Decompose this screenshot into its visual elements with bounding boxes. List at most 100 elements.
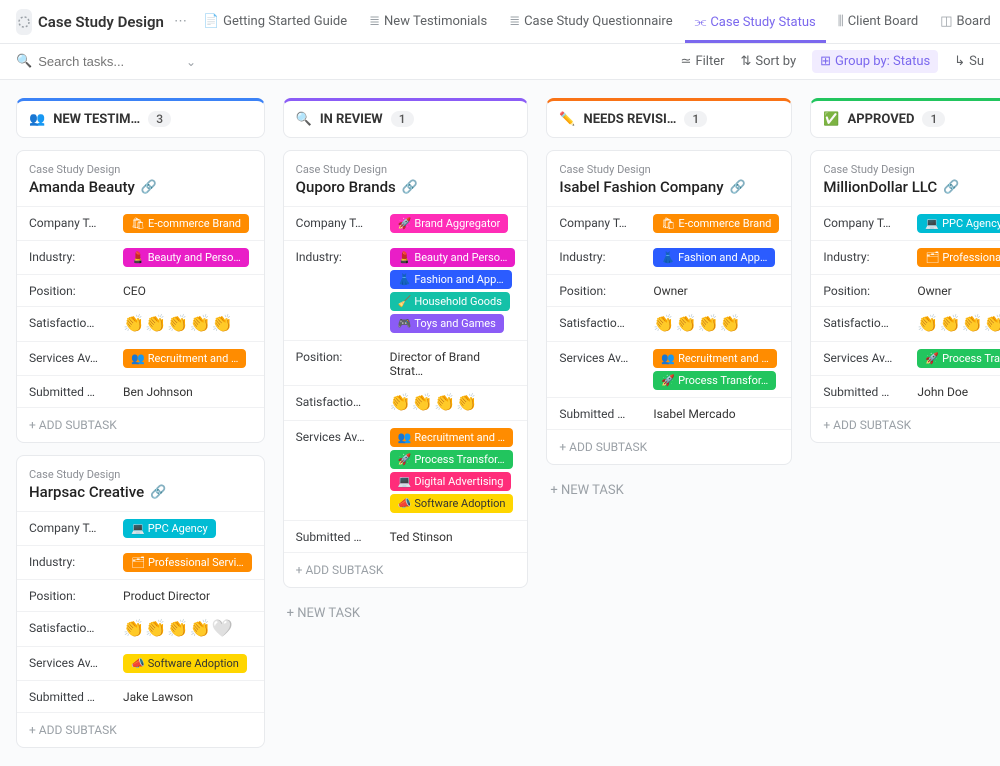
attachment-icon[interactable]: 🔗	[402, 180, 418, 195]
field-label: Company T…	[296, 214, 382, 230]
attachment-icon[interactable]: 🔗	[141, 180, 157, 195]
tag-text: Fashion and App…	[414, 273, 503, 286]
task-card[interactable]: Case Study DesignMillionDollar LLC🔗Compa…	[810, 150, 1000, 443]
card-field: Company T… 🛍E-commerce Brand	[547, 206, 791, 240]
group-icon: ⊞	[820, 54, 831, 69]
attachment-icon[interactable]: 🔗	[730, 180, 746, 195]
tag-emoji: 💻	[925, 217, 939, 230]
card-field: Services Av…👥Recruitment and …🚀Process T…	[547, 341, 791, 397]
field-value: Director of Brand Strat…	[390, 348, 516, 378]
tag-text: Process Transfor…	[942, 352, 1000, 365]
tab-case-study-status[interactable]: ⫘Case Study Status	[685, 9, 826, 43]
tag: 💄Beauty and Perso…	[390, 248, 516, 267]
search-box[interactable]: 🔍 ⌄	[16, 54, 196, 69]
column-emoji: 🔍	[296, 112, 312, 127]
card-title: Amanda Beauty	[29, 178, 135, 196]
field-label: Submitted …	[823, 383, 909, 399]
field-label: Company T…	[823, 214, 909, 230]
field-label: Satisfactio…	[29, 314, 115, 330]
more-icon[interactable]: ⋯	[174, 14, 187, 29]
tag: 💻PPC Agency	[123, 519, 216, 538]
column-header[interactable]: ✏️NEEDS REVISI…1	[546, 98, 792, 138]
field-value: John Doe	[917, 383, 968, 399]
card-field: Industry: 🗂Professional Servi…	[17, 545, 264, 579]
tag-emoji: 🚀	[398, 453, 412, 466]
tab-icon: 📄	[203, 14, 219, 29]
tag-emoji: 🧹	[398, 295, 412, 308]
tag: 🛍E-commerce Brand	[653, 214, 779, 233]
column-title: NEEDS REVISI…	[584, 112, 677, 127]
card-field: Services Av…🚀Process Transfor…	[811, 341, 1000, 375]
task-card[interactable]: Case Study DesignIsabel Fashion Company🔗…	[546, 150, 792, 465]
field-label: Services Av…	[559, 349, 645, 365]
chevron-down-icon[interactable]: ⌄	[186, 55, 196, 69]
card-field: Submitted …Ben Johnson	[17, 375, 264, 407]
field-label: Company T…	[559, 214, 645, 230]
card-field: Satisfactio…👏👏👏👏	[284, 385, 528, 420]
task-card[interactable]: Case Study DesignHarpsac Creative🔗Compan…	[16, 455, 265, 748]
tab-icon: ⫼	[838, 14, 844, 29]
add-subtask-button[interactable]: + ADD SUBTASK	[17, 712, 264, 747]
column-header[interactable]: 👥NEW TESTIM…3	[16, 98, 265, 138]
tag-text: Recruitment and …	[148, 352, 239, 365]
tag: 💻PPC Agency	[917, 214, 1000, 233]
tag-text: Digital Advertising	[414, 475, 503, 488]
field-value: 🗂Professional Servi…	[917, 248, 1000, 267]
groupby-button[interactable]: ⊞Group by: Status	[812, 50, 938, 73]
toolbar: 🔍 ⌄ ≃Filter ⇅Sort by ⊞Group by: Status ↳…	[0, 44, 1000, 80]
tag-emoji: 👗	[398, 273, 412, 286]
page-icon	[16, 9, 32, 35]
tab-label: Case Study Questionnaire	[524, 14, 673, 29]
tag-emoji: 👥	[398, 431, 412, 444]
column-header[interactable]: ✅APPROVED1	[810, 98, 1000, 138]
column-header[interactable]: 🔍IN REVIEW1	[283, 98, 529, 138]
tag-emoji: 🛍	[131, 217, 145, 230]
new-task-button[interactable]: + NEW TASK	[546, 477, 792, 504]
sort-button[interactable]: ⇅Sort by	[741, 54, 797, 69]
add-subtask-button[interactable]: + ADD SUBTASK	[17, 407, 264, 442]
add-subtask-button[interactable]: + ADD SUBTASK	[811, 407, 1000, 442]
card-field: Position:Product Director	[17, 579, 264, 611]
tag: 👥Recruitment and …	[653, 349, 776, 368]
attachment-icon[interactable]: 🔗	[943, 180, 959, 195]
field-label: Industry:	[29, 248, 115, 264]
tab-case-study-questionnaire[interactable]: ≣Case Study Questionnaire	[499, 8, 682, 35]
tag-emoji: 👥	[661, 352, 675, 365]
field-label: Position:	[29, 587, 115, 603]
add-subtask-button[interactable]: + ADD SUBTASK	[284, 552, 528, 587]
card-field: Position:Owner	[811, 274, 1000, 306]
column-emoji: ✅	[823, 112, 839, 127]
attachment-icon[interactable]: 🔗	[150, 485, 166, 500]
sort-icon: ⇅	[741, 54, 752, 69]
tag: 🎮Toys and Games	[390, 314, 504, 333]
tag-text: Process Transfor…	[414, 453, 504, 466]
card-title: Quporo Brands	[296, 178, 396, 196]
filter-button[interactable]: ≃Filter	[681, 54, 725, 69]
field-value: Ben Johnson	[123, 383, 193, 399]
tag: 🛍E-commerce Brand	[123, 214, 249, 233]
field-label: Industry:	[296, 248, 382, 264]
tab-new-testimonials[interactable]: ≣New Testimonials	[359, 8, 497, 35]
satisfaction-rating: 👏👏👏👏🤍	[917, 314, 1000, 334]
new-task-button[interactable]: + NEW TASK	[283, 600, 529, 627]
satisfaction-rating: 👏👏👏👏👏	[123, 314, 234, 334]
task-card[interactable]: Case Study DesignQuporo Brands🔗Company T…	[283, 150, 529, 588]
add-subtask-button[interactable]: + ADD SUBTASK	[547, 429, 791, 464]
card-breadcrumb: Case Study Design	[17, 163, 264, 176]
field-label: Services Av…	[29, 349, 115, 365]
tab-client-board[interactable]: ⫼Client Board	[828, 8, 929, 35]
card-field: Industry:👗Fashion and App…	[547, 240, 791, 274]
tag: 🗂Professional Servi…	[123, 553, 252, 572]
tag-text: PPC Agency	[148, 522, 208, 535]
task-card[interactable]: Case Study DesignAmanda Beauty🔗Company T…	[16, 150, 265, 443]
tag: 👥Recruitment and …	[390, 428, 513, 447]
search-input[interactable]	[38, 54, 168, 69]
field-value: 📣Software Adoption	[123, 654, 247, 673]
field-value: CEO	[123, 282, 146, 298]
subtasks-button[interactable]: ↳Su	[954, 54, 984, 69]
card-field: Services Av…👥Recruitment and …🚀Process T…	[284, 420, 528, 520]
field-value: Ted Stinson	[390, 528, 453, 544]
tab-board[interactable]: ◫Board	[930, 8, 1000, 35]
tab-getting-started-guide[interactable]: 📄Getting Started Guide	[193, 8, 357, 35]
field-label: Industry:	[29, 553, 115, 569]
